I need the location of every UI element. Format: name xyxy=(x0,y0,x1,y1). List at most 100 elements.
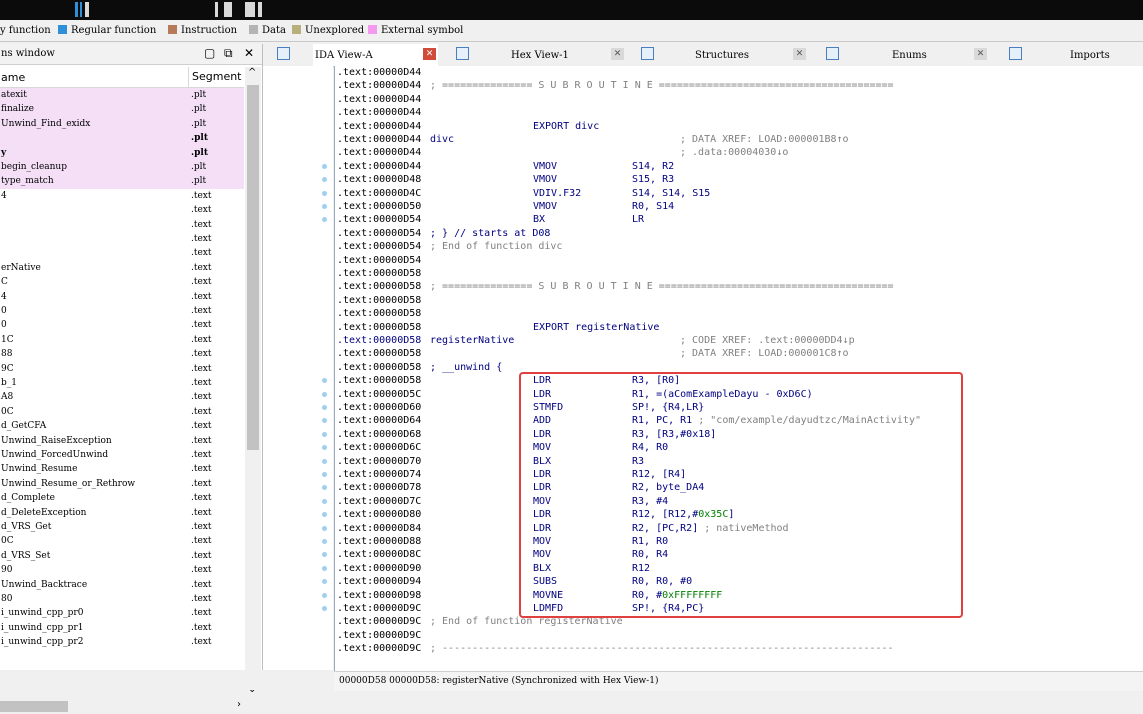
scrollbar-thumb[interactable] xyxy=(247,85,259,450)
function-row[interactable]: Unwind_Resume .text xyxy=(0,462,244,476)
function-row[interactable]: 9C .text xyxy=(0,362,244,376)
function-row[interactable]: 4 .text xyxy=(0,290,244,304)
function-row[interactable]: d_GetCFA .text xyxy=(0,419,244,433)
tab-enums[interactable]: Enums ✕ xyxy=(826,44,996,66)
functions-vertical-scrollbar[interactable]: ^ ⌄ xyxy=(245,67,261,697)
function-row[interactable]: 0C .text xyxy=(0,405,244,419)
functions-window[interactable]: ns window ▢ ⧉ ✕ ame Segment atexit .plt fi… xyxy=(0,44,263,714)
function-name: 0C xyxy=(1,406,14,417)
function-row[interactable]: d_VRS_Set .text xyxy=(0,549,244,563)
function-row[interactable]: Unwind_Backtrace .text xyxy=(0,578,244,592)
function-row[interactable]: Unwind_RaiseException .text xyxy=(0,434,244,448)
close-icon[interactable]: ✕ xyxy=(244,46,254,60)
function-row[interactable]: 90 .text xyxy=(0,563,244,577)
breakpoint-dot-icon[interactable] xyxy=(322,431,327,437)
function-row[interactable]: 0 .text xyxy=(0,304,244,318)
function-row[interactable]: d_DeleteException .text xyxy=(0,506,244,520)
function-row[interactable]: i_unwind_cpp_pr1 .text xyxy=(0,621,244,635)
breakpoint-dot-icon[interactable] xyxy=(322,472,327,477)
function-row[interactable]: i_unwind_cpp_pr0 .text xyxy=(0,606,244,620)
tab-structures[interactable]: Structures ✕ xyxy=(641,44,811,66)
function-row[interactable]: finalize .plt xyxy=(0,102,244,117)
breakpoint-dot-icon[interactable] xyxy=(322,458,327,464)
function-row[interactable]: d_Complete .text xyxy=(0,491,244,505)
address: .text:00000D9C xyxy=(337,629,422,641)
function-row[interactable]: .text xyxy=(0,246,244,260)
breakpoint-dot-icon[interactable] xyxy=(322,592,327,598)
tab-label: Structures xyxy=(695,50,749,61)
column-header-segment[interactable]: Segment xyxy=(188,67,242,87)
close-tab-icon[interactable]: ✕ xyxy=(974,48,987,60)
function-row[interactable]: y .plt xyxy=(0,145,244,160)
function-segment: .text xyxy=(191,392,212,403)
function-row[interactable]: C .text xyxy=(0,275,244,289)
address: .text:00000D58 xyxy=(337,294,422,306)
function-name: 0 xyxy=(1,306,7,316)
function-row[interactable]: erNative .text xyxy=(0,261,244,275)
breakpoint-dot-icon[interactable] xyxy=(322,498,327,504)
function-row[interactable]: i_unwind_cpp_pr2 .text xyxy=(0,635,244,649)
breakpoint-dot-icon[interactable] xyxy=(322,204,327,209)
breakpoint-dot-icon[interactable] xyxy=(322,552,327,558)
function-row[interactable]: begin_cleanup .plt xyxy=(0,160,244,175)
scroll-up-icon[interactable]: ^ xyxy=(248,67,256,78)
close-tab-icon[interactable]: ✕ xyxy=(611,48,624,60)
breakpoint-dot-icon[interactable] xyxy=(322,512,327,518)
scroll-right-icon[interactable]: › xyxy=(237,699,241,710)
tab-label: Enums xyxy=(892,50,927,61)
functions-list[interactable]: atexit .plt finalize .plt Unwind_Find_exidx.… xyxy=(0,88,244,700)
float-icon[interactable]: ⧉ xyxy=(224,46,233,61)
breakpoint-dot-icon[interactable] xyxy=(322,579,327,585)
functions-horizontal-scrollbar[interactable]: › xyxy=(0,699,245,714)
top-navigation-band[interactable] xyxy=(0,0,1143,20)
breakpoint-dot-icon[interactable] xyxy=(322,405,327,410)
tab-ida-view-a[interactable]: IDA View-A ✕ xyxy=(313,44,438,66)
breakpoint-dot-icon[interactable] xyxy=(322,217,327,223)
breakpoint-dot-icon[interactable] xyxy=(322,163,327,169)
function-row[interactable]: 0C .text xyxy=(0,534,244,548)
function-segment: .plt xyxy=(191,90,207,100)
function-row[interactable]: 88 .text xyxy=(0,347,244,361)
function-row[interactable]: 4 .text xyxy=(0,189,244,203)
legend-swatch xyxy=(58,25,67,34)
operands: LR xyxy=(632,213,644,226)
function-row[interactable]: .text xyxy=(0,203,244,217)
function-name: Unwind_Resume_or_Rethrow xyxy=(1,478,136,489)
function-row[interactable]: .plt xyxy=(0,131,244,146)
function-row[interactable]: 1C .text xyxy=(0,333,244,347)
function-row[interactable]: 80 .text xyxy=(0,592,244,606)
function-row[interactable]: Unwind_Find_exidx .plt xyxy=(0,116,244,132)
breakpoint-dot-icon[interactable] xyxy=(322,539,327,544)
breakpoint-dot-icon[interactable] xyxy=(322,190,327,196)
function-row[interactable]: b_1 .text xyxy=(0,376,244,390)
function-row[interactable]: 0 .text xyxy=(0,318,244,332)
breakpoint-dot-icon[interactable] xyxy=(322,606,327,611)
close-tab-icon[interactable]: ✕ xyxy=(423,48,436,60)
breakpoint-dot-icon[interactable] xyxy=(322,485,327,491)
side-icon[interactable] xyxy=(277,44,297,66)
function-row[interactable]: .text xyxy=(0,232,244,246)
column-header-name[interactable]: ame xyxy=(1,71,25,84)
close-tab-icon[interactable]: ✕ xyxy=(793,48,806,60)
scrollbar-thumb[interactable] xyxy=(0,701,68,712)
operand-text: S14, R2 xyxy=(632,160,675,172)
restore-icon[interactable]: ▢ xyxy=(204,46,215,60)
breakpoint-dot-icon[interactable] xyxy=(322,445,327,451)
function-row[interactable]: Unwind_ForcedUnwind .text xyxy=(0,448,244,462)
function-row[interactable]: type_match .plt xyxy=(0,174,244,189)
tab-imports[interactable]: Imports xyxy=(1009,44,1143,66)
breakpoint-dot-icon[interactable] xyxy=(322,565,327,571)
breakpoint-dot-icon[interactable] xyxy=(322,418,327,424)
address: .text:00000D58 xyxy=(337,308,422,320)
breakpoint-dot-icon[interactable] xyxy=(322,177,327,183)
structures-icon xyxy=(641,47,654,60)
function-row[interactable]: d_VRS_Get .text xyxy=(0,520,244,534)
breakpoint-dot-icon[interactable] xyxy=(322,525,327,531)
function-row[interactable]: atexit .plt xyxy=(0,88,244,103)
function-row[interactable]: Unwind_Resume_or_Rethrow .text xyxy=(0,477,244,491)
function-row[interactable]: A8 .text xyxy=(0,390,244,404)
function-row[interactable]: .text xyxy=(0,218,244,232)
tab-hex-view-1[interactable]: Hex View-1 ✕ xyxy=(456,44,626,66)
breakpoint-dot-icon[interactable] xyxy=(322,391,327,397)
breakpoint-dot-icon[interactable] xyxy=(322,378,327,384)
